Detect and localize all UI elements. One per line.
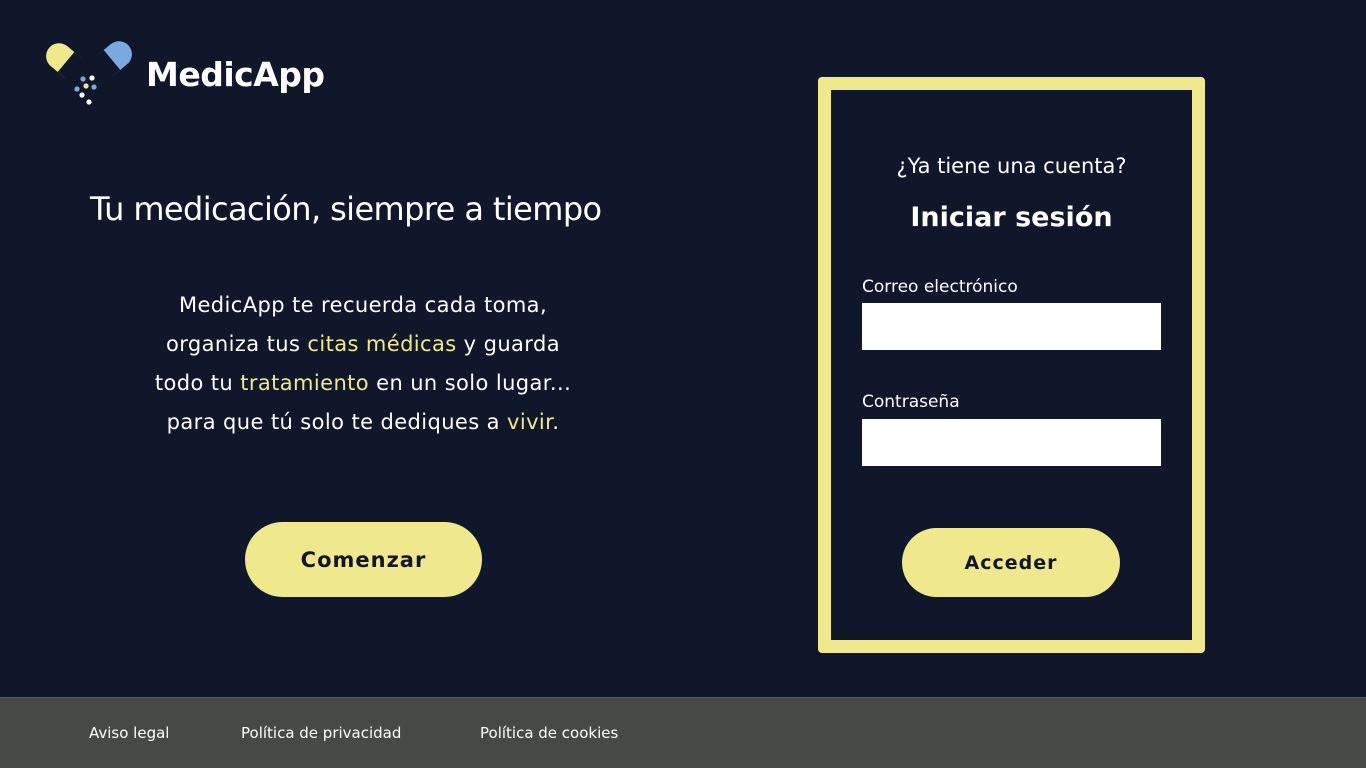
- login-question: ¿Ya tiene una cuenta?: [896, 154, 1127, 178]
- login-button[interactable]: Acceder: [902, 528, 1120, 597]
- brand-name: MedicApp: [146, 54, 325, 94]
- highlight-tratamiento: tratamiento: [240, 371, 370, 395]
- footer-link-legal[interactable]: Aviso legal: [89, 724, 169, 742]
- logo[interactable]: MedicApp: [42, 38, 325, 108]
- hero-description: MedicApp te recuerda cada toma, organiza…: [90, 286, 636, 442]
- footer-link-privacy[interactable]: Política de privacidad: [241, 724, 401, 742]
- footer: Aviso legal Política de privacidad Polít…: [0, 697, 1366, 768]
- hero-title: Tu medicación, siempre a tiempo: [90, 190, 602, 228]
- password-field[interactable]: [862, 419, 1161, 466]
- landing-page: MedicApp Tu medicación, siempre a tiempo…: [0, 0, 1366, 768]
- email-label: Correo electrónico: [862, 277, 1018, 297]
- hero-line: para que tú solo te dediques a vivir.: [166, 410, 560, 434]
- hero-line: todo tu tratamiento en un solo lugar...: [154, 371, 572, 395]
- email-field[interactable]: [862, 303, 1161, 350]
- password-label: Contraseña: [862, 392, 960, 412]
- highlight-vivir: vivir: [507, 410, 553, 434]
- start-button[interactable]: Comenzar: [245, 522, 482, 597]
- login-card: ¿Ya tiene una cuenta? Iniciar sesión Cor…: [818, 77, 1205, 653]
- pill-logo-icon: [46, 41, 132, 105]
- highlight-citas-medicas: citas médicas: [307, 332, 457, 356]
- hero-line: MedicApp te recuerda cada toma,: [178, 293, 548, 317]
- login-title: Iniciar sesión: [910, 202, 1113, 233]
- footer-link-cookies[interactable]: Política de cookies: [480, 724, 618, 742]
- hero-line: organiza tus citas médicas y guarda: [166, 332, 560, 356]
